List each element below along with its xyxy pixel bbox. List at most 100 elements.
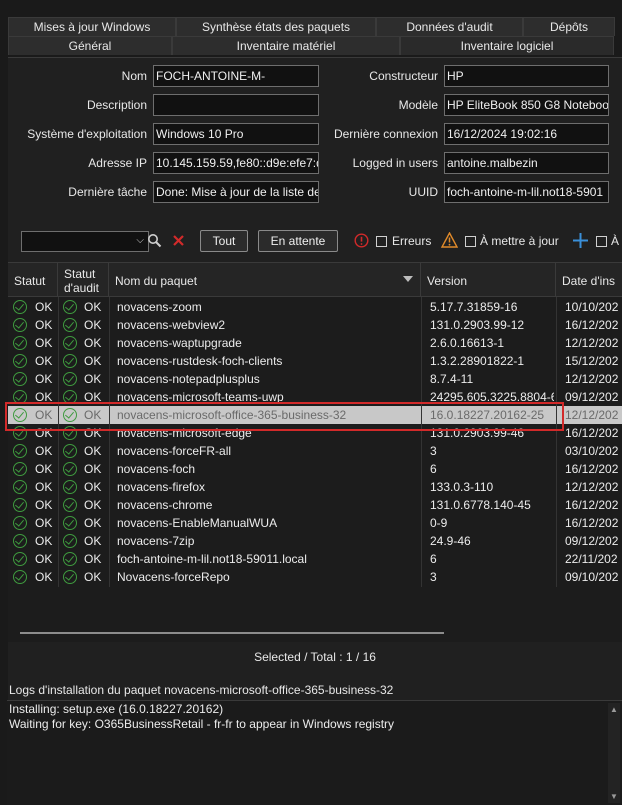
ip-field[interactable]: 10.145.159.59,fe80::d9e:efe7:d3 — [153, 152, 319, 174]
package-name-cell: novacens-webview2 — [117, 318, 226, 332]
col-header-package-name[interactable]: Nom du paquet — [109, 263, 421, 297]
ok-audit-icon — [63, 552, 77, 566]
install-date-cell: 12/12/202 — [565, 480, 619, 494]
table-row[interactable]: OK OK novacens-chrome 131.0.6778.140-45 16/1… — [8, 496, 622, 514]
clear-filter-icon[interactable] — [172, 234, 185, 247]
package-name-cell: novacens-chrome — [117, 498, 213, 512]
filter-combo[interactable]: ⌵ — [21, 231, 149, 252]
logged-users-field[interactable]: antoine.malbezin — [444, 152, 609, 174]
version-cell: 131.0.6778.140-45 — [430, 498, 531, 512]
col-header-audit-status[interactable]: Statut d'audit — [58, 263, 109, 297]
col-header-audit-line2: d'audit — [64, 281, 99, 295]
add-icon[interactable] — [572, 232, 589, 249]
version-cell: 8.7.4-11 — [430, 372, 474, 386]
version-cell: 3 — [430, 444, 437, 458]
ok-audit-icon — [63, 480, 77, 494]
install-date-cell: 16/12/202 — [565, 318, 619, 332]
more-filter-label: À — [611, 234, 620, 248]
horizontal-scrollbar[interactable] — [20, 632, 444, 634]
ok-audit-icon — [63, 372, 77, 386]
version-cell: 3 — [430, 570, 437, 584]
ok-status-icon — [13, 516, 27, 530]
search-icon[interactable] — [147, 233, 162, 248]
more-filter-checkbox[interactable] — [596, 236, 607, 247]
install-date-cell: 16/12/202 — [565, 462, 619, 476]
tab-general[interactable]: Général — [8, 36, 172, 55]
column-divider — [109, 297, 110, 587]
tab-software-inventory[interactable]: Inventaire logiciel — [400, 36, 614, 55]
log-title: Logs d'installation du paquet novacens-m… — [9, 683, 394, 697]
column-divider — [556, 297, 557, 587]
uuid-field[interactable]: foch-antoine-m-lil.not18-5901 — [444, 181, 609, 203]
audit-status-cell: OK — [84, 300, 102, 314]
col-header-status[interactable]: Statut — [8, 263, 58, 297]
os-label: Système d'exploitation — [27, 127, 147, 141]
description-label: Description — [86, 98, 147, 112]
scroll-down-icon[interactable]: ▼ — [610, 792, 618, 801]
status-cell: OK — [35, 480, 53, 494]
to-update-checkbox[interactable] — [465, 236, 476, 247]
ok-status-icon — [13, 336, 27, 350]
install-date-cell: 09/10/202 — [565, 570, 619, 584]
table-row[interactable]: OK OK novacens-firefox 133.0.3-110 12/12/202 — [8, 478, 622, 496]
install-date-cell: 09/12/202 — [565, 534, 619, 548]
table-row[interactable]: OK OK novacens-notepadplusplus 8.7.4-11 12/1… — [8, 370, 622, 388]
table-row[interactable]: OK OK novacens-waptupgrade 2.6.0.16613-1 12/… — [8, 334, 622, 352]
package-name-cell: novacens-waptupgrade — [117, 336, 242, 350]
last-connection-field[interactable]: 16/12/2024 19:02:16 — [444, 123, 609, 145]
tab-audit-data[interactable]: Données d'audit — [376, 17, 523, 36]
tab-repositories[interactable]: Dépôts — [523, 17, 615, 36]
filter-pending-button[interactable]: En attente — [258, 230, 338, 252]
status-cell: OK — [35, 318, 53, 332]
version-cell: 0-9 — [430, 516, 448, 530]
table-row[interactable]: OK OK foch-antoine-m-lil.not18-59011.local… — [8, 550, 622, 568]
version-cell: 133.0.3-110 — [430, 480, 494, 494]
version-cell: 131.0.2903.99-12 — [430, 318, 525, 332]
audit-status-cell: OK — [84, 444, 102, 458]
version-cell: 6 — [430, 552, 437, 566]
table-row[interactable]: OK OK novacens-EnableManualWUA 0-9 16/12/202 — [8, 514, 622, 532]
last-connection-label: Dernière connexion — [333, 127, 438, 141]
table-row[interactable]: OK OK novacens-webview2 131.0.2903.99-12 16/… — [8, 316, 622, 334]
tab-hardware-inventory[interactable]: Inventaire matériel — [172, 36, 400, 55]
status-cell: OK — [35, 336, 53, 350]
table-row[interactable]: OK OK Novacens-forceRepo 3 09/10/202 — [8, 568, 622, 586]
tab-bar: Mises à jour Windows Synthèse états des … — [0, 0, 622, 57]
errors-checkbox[interactable] — [376, 236, 387, 247]
ok-status-icon — [13, 552, 27, 566]
table-row[interactable]: OK OK novacens-zoom 5.17.7.31859-16 10/10/20… — [8, 298, 622, 316]
version-cell: 24.9-46 — [430, 534, 471, 548]
table-row[interactable]: OK OK novacens-rustdesk-foch-clients 1.3.2.… — [8, 352, 622, 370]
scroll-up-icon[interactable]: ▲ — [610, 705, 618, 714]
table-row[interactable]: OK OK novacens-7zip 24.9-46 09/12/202 — [8, 532, 622, 550]
install-date-cell: 16/12/202 — [565, 426, 619, 440]
col-header-install-date[interactable]: Date d'ins — [556, 263, 622, 297]
ok-audit-icon — [63, 534, 77, 548]
ok-status-icon — [13, 462, 27, 476]
filter-all-button[interactable]: Tout — [200, 230, 248, 252]
table-row[interactable]: OK OK novacens-foch 6 16/12/202 — [8, 460, 622, 478]
tab-windows-updates[interactable]: Mises à jour Windows — [8, 17, 176, 36]
status-cell: OK — [35, 462, 53, 476]
name-field[interactable]: FOCH-ANTOINE-M- — [153, 65, 319, 87]
os-field[interactable]: Windows 10 Pro — [153, 123, 319, 145]
vertical-scrollbar[interactable]: ▲ ▼ — [608, 703, 620, 803]
tab-package-status-summary[interactable]: Synthèse états des paquets — [176, 17, 376, 36]
model-field[interactable]: HP EliteBook 850 G8 Notebook — [444, 94, 609, 116]
ok-audit-icon — [63, 570, 77, 584]
ok-status-icon — [13, 372, 27, 386]
audit-status-cell: OK — [84, 552, 102, 566]
col-header-version[interactable]: Version — [421, 263, 556, 297]
version-cell: 2.6.0.16613-1 — [430, 336, 505, 350]
description-field[interactable] — [153, 94, 319, 116]
install-date-cell: 09/12/202 — [565, 390, 619, 404]
audit-status-cell: OK — [84, 318, 102, 332]
manufacturer-field[interactable]: HP — [444, 65, 609, 87]
ip-label: Adresse IP — [88, 156, 147, 170]
ok-audit-icon — [63, 462, 77, 476]
log-output[interactable]: Installing: setup.exe (16.0.18227.20162)… — [7, 700, 622, 805]
log-line: Installing: setup.exe (16.0.18227.20162) — [9, 702, 224, 716]
table-row[interactable]: OK OK novacens-forceFR-all 3 03/10/202 — [8, 442, 622, 460]
last-task-field[interactable]: Done: Mise à jour de la liste de — [153, 181, 319, 203]
ok-status-icon — [13, 480, 27, 494]
